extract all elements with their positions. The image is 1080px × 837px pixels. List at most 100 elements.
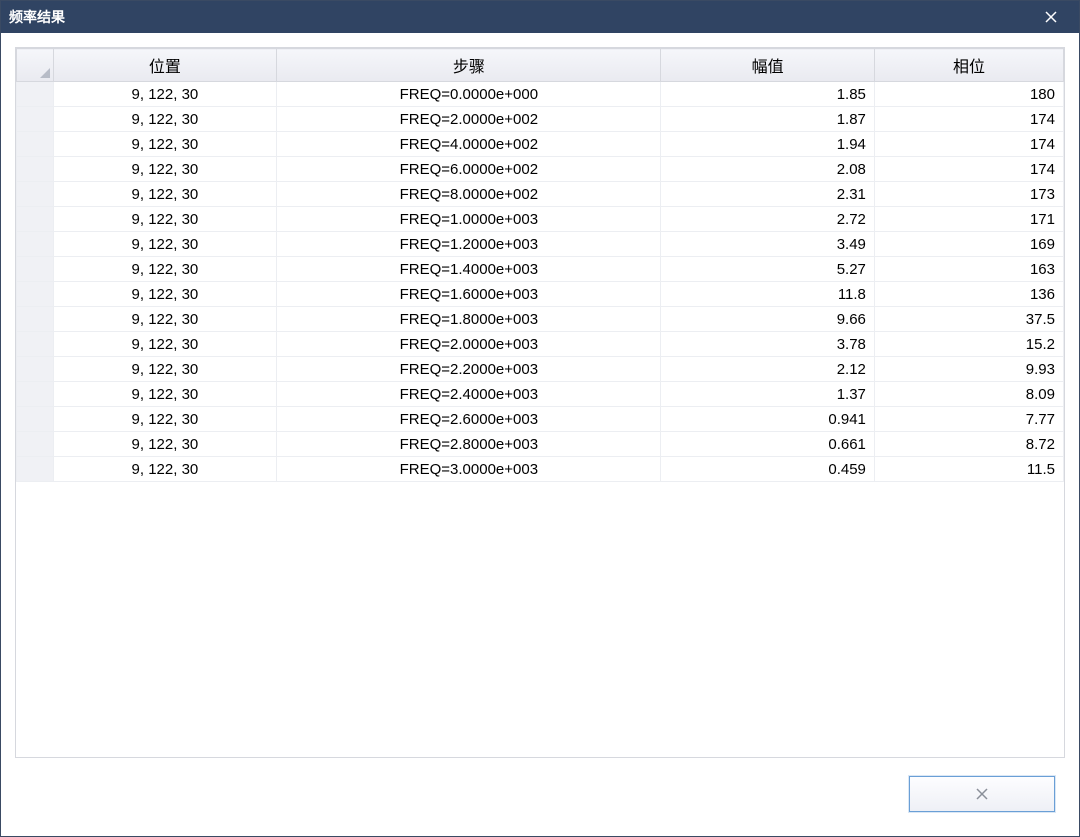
table-row[interactable]: 9, 122, 30FREQ=1.2000e+0033.49169 bbox=[17, 232, 1064, 257]
table-row[interactable]: 9, 122, 30FREQ=2.0000e+0021.87174 bbox=[17, 107, 1064, 132]
cell-amplitude[interactable]: 1.85 bbox=[661, 82, 874, 107]
cell-amplitude[interactable]: 3.49 bbox=[661, 232, 874, 257]
row-header[interactable] bbox=[17, 232, 54, 257]
cell-step[interactable]: FREQ=4.0000e+002 bbox=[277, 132, 661, 157]
row-header[interactable] bbox=[17, 257, 54, 282]
cell-position[interactable]: 9, 122, 30 bbox=[53, 357, 277, 382]
table-row[interactable]: 9, 122, 30FREQ=2.6000e+0030.9417.77 bbox=[17, 407, 1064, 432]
cell-phase[interactable]: 174 bbox=[874, 157, 1063, 182]
cell-step[interactable]: FREQ=0.0000e+000 bbox=[277, 82, 661, 107]
cell-position[interactable]: 9, 122, 30 bbox=[53, 207, 277, 232]
col-header-position[interactable]: 位置 bbox=[53, 49, 277, 82]
table-row[interactable]: 9, 122, 30FREQ=0.0000e+0001.85180 bbox=[17, 82, 1064, 107]
cell-step[interactable]: FREQ=6.0000e+002 bbox=[277, 157, 661, 182]
cell-phase[interactable]: 8.09 bbox=[874, 382, 1063, 407]
table-row[interactable]: 9, 122, 30FREQ=1.4000e+0035.27163 bbox=[17, 257, 1064, 282]
table-row[interactable]: 9, 122, 30FREQ=8.0000e+0022.31173 bbox=[17, 182, 1064, 207]
cell-phase[interactable]: 163 bbox=[874, 257, 1063, 282]
cell-step[interactable]: FREQ=2.8000e+003 bbox=[277, 432, 661, 457]
cell-amplitude[interactable]: 0.661 bbox=[661, 432, 874, 457]
col-header-phase[interactable]: 相位 bbox=[874, 49, 1063, 82]
cell-amplitude[interactable]: 1.94 bbox=[661, 132, 874, 157]
cell-position[interactable]: 9, 122, 30 bbox=[53, 382, 277, 407]
cell-position[interactable]: 9, 122, 30 bbox=[53, 232, 277, 257]
table-row[interactable]: 9, 122, 30FREQ=2.2000e+0032.129.93 bbox=[17, 357, 1064, 382]
row-header[interactable] bbox=[17, 457, 54, 482]
row-header[interactable] bbox=[17, 107, 54, 132]
cell-amplitude[interactable]: 0.941 bbox=[661, 407, 874, 432]
row-header[interactable] bbox=[17, 407, 54, 432]
table-row[interactable]: 9, 122, 30FREQ=1.0000e+0032.72171 bbox=[17, 207, 1064, 232]
row-header[interactable] bbox=[17, 132, 54, 157]
cell-phase[interactable]: 37.5 bbox=[874, 307, 1063, 332]
cell-phase[interactable]: 15.2 bbox=[874, 332, 1063, 357]
cell-amplitude[interactable]: 5.27 bbox=[661, 257, 874, 282]
cell-amplitude[interactable]: 3.78 bbox=[661, 332, 874, 357]
cell-amplitude[interactable]: 9.66 bbox=[661, 307, 874, 332]
table-row[interactable]: 9, 122, 30FREQ=6.0000e+0022.08174 bbox=[17, 157, 1064, 182]
row-header[interactable] bbox=[17, 157, 54, 182]
close-button[interactable] bbox=[909, 776, 1055, 812]
row-header[interactable] bbox=[17, 207, 54, 232]
cell-position[interactable]: 9, 122, 30 bbox=[53, 107, 277, 132]
table-row[interactable]: 9, 122, 30FREQ=2.0000e+0033.7815.2 bbox=[17, 332, 1064, 357]
col-header-amplitude[interactable]: 幅值 bbox=[661, 49, 874, 82]
cell-step[interactable]: FREQ=1.2000e+003 bbox=[277, 232, 661, 257]
cell-phase[interactable]: 169 bbox=[874, 232, 1063, 257]
cell-amplitude[interactable]: 0.459 bbox=[661, 457, 874, 482]
cell-step[interactable]: FREQ=1.6000e+003 bbox=[277, 282, 661, 307]
cell-step[interactable]: FREQ=1.4000e+003 bbox=[277, 257, 661, 282]
cell-step[interactable]: FREQ=1.0000e+003 bbox=[277, 207, 661, 232]
cell-step[interactable]: FREQ=8.0000e+002 bbox=[277, 182, 661, 207]
table-row[interactable]: 9, 122, 30FREQ=1.6000e+00311.8136 bbox=[17, 282, 1064, 307]
row-header[interactable] bbox=[17, 82, 54, 107]
cell-position[interactable]: 9, 122, 30 bbox=[53, 457, 277, 482]
cell-step[interactable]: FREQ=3.0000e+003 bbox=[277, 457, 661, 482]
cell-position[interactable]: 9, 122, 30 bbox=[53, 157, 277, 182]
cell-position[interactable]: 9, 122, 30 bbox=[53, 407, 277, 432]
select-all-corner[interactable] bbox=[17, 49, 54, 82]
cell-phase[interactable]: 174 bbox=[874, 107, 1063, 132]
cell-position[interactable]: 9, 122, 30 bbox=[53, 82, 277, 107]
cell-step[interactable]: FREQ=1.8000e+003 bbox=[277, 307, 661, 332]
cell-phase[interactable]: 11.5 bbox=[874, 457, 1063, 482]
cell-amplitude[interactable]: 2.72 bbox=[661, 207, 874, 232]
cell-position[interactable]: 9, 122, 30 bbox=[53, 432, 277, 457]
row-header[interactable] bbox=[17, 182, 54, 207]
row-header[interactable] bbox=[17, 332, 54, 357]
table-row[interactable]: 9, 122, 30FREQ=2.8000e+0030.6618.72 bbox=[17, 432, 1064, 457]
cell-step[interactable]: FREQ=2.0000e+002 bbox=[277, 107, 661, 132]
cell-step[interactable]: FREQ=2.4000e+003 bbox=[277, 382, 661, 407]
cell-phase[interactable]: 136 bbox=[874, 282, 1063, 307]
results-table[interactable]: 位置 步骤 幅值 相位 9, 122, 30FREQ=0.0000e+0001.… bbox=[16, 48, 1064, 482]
table-row[interactable]: 9, 122, 30FREQ=3.0000e+0030.45911.5 bbox=[17, 457, 1064, 482]
titlebar-close-button[interactable] bbox=[1031, 1, 1071, 33]
cell-phase[interactable]: 9.93 bbox=[874, 357, 1063, 382]
title-bar[interactable]: 频率结果 bbox=[1, 1, 1079, 33]
cell-phase[interactable]: 173 bbox=[874, 182, 1063, 207]
row-header[interactable] bbox=[17, 357, 54, 382]
cell-step[interactable]: FREQ=2.2000e+003 bbox=[277, 357, 661, 382]
cell-step[interactable]: FREQ=2.6000e+003 bbox=[277, 407, 661, 432]
row-header[interactable] bbox=[17, 432, 54, 457]
cell-position[interactable]: 9, 122, 30 bbox=[53, 332, 277, 357]
cell-amplitude[interactable]: 1.37 bbox=[661, 382, 874, 407]
table-row[interactable]: 9, 122, 30FREQ=2.4000e+0031.378.09 bbox=[17, 382, 1064, 407]
cell-amplitude[interactable]: 11.8 bbox=[661, 282, 874, 307]
cell-phase[interactable]: 7.77 bbox=[874, 407, 1063, 432]
row-header[interactable] bbox=[17, 307, 54, 332]
col-header-step[interactable]: 步骤 bbox=[277, 49, 661, 82]
cell-position[interactable]: 9, 122, 30 bbox=[53, 182, 277, 207]
cell-amplitude[interactable]: 1.87 bbox=[661, 107, 874, 132]
cell-phase[interactable]: 8.72 bbox=[874, 432, 1063, 457]
cell-phase[interactable]: 180 bbox=[874, 82, 1063, 107]
cell-phase[interactable]: 174 bbox=[874, 132, 1063, 157]
row-header[interactable] bbox=[17, 382, 54, 407]
cell-phase[interactable]: 171 bbox=[874, 207, 1063, 232]
table-row[interactable]: 9, 122, 30FREQ=1.8000e+0039.6637.5 bbox=[17, 307, 1064, 332]
cell-amplitude[interactable]: 2.31 bbox=[661, 182, 874, 207]
cell-position[interactable]: 9, 122, 30 bbox=[53, 307, 277, 332]
cell-amplitude[interactable]: 2.08 bbox=[661, 157, 874, 182]
cell-step[interactable]: FREQ=2.0000e+003 bbox=[277, 332, 661, 357]
cell-amplitude[interactable]: 2.12 bbox=[661, 357, 874, 382]
